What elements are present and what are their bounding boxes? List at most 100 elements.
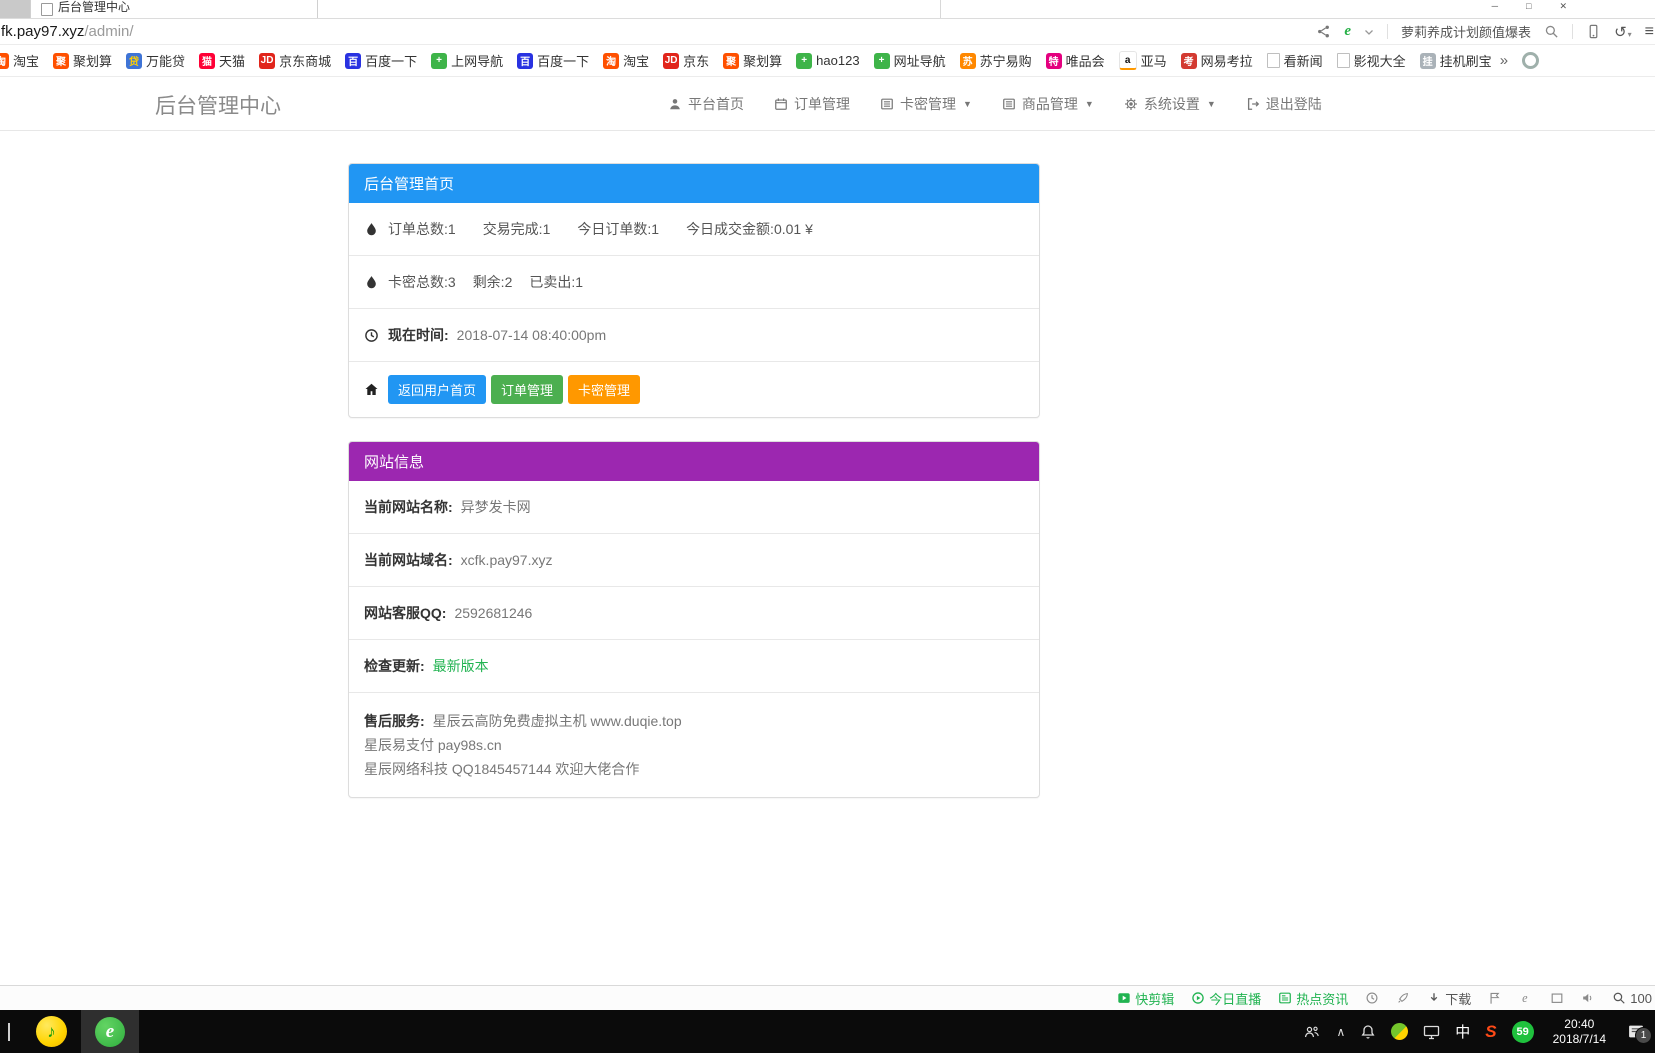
page-favicon xyxy=(1337,53,1350,68)
clock-icon xyxy=(364,328,379,343)
browser-tab-active[interactable]: 后台管理中心 xyxy=(30,0,318,18)
active-browser-task[interactable]: e xyxy=(81,1010,139,1053)
chevron-down-icon[interactable] xyxy=(1364,27,1374,37)
extension-icon[interactable] xyxy=(1522,52,1539,69)
taobao-favicon: 淘 xyxy=(603,53,619,69)
taskbar-clock[interactable]: 20:40 2018/7/14 xyxy=(1553,1017,1606,1047)
bookmark-baidu[interactable]: 百百度一下 xyxy=(517,51,589,70)
nav-platform-home[interactable]: 平台首页 xyxy=(668,94,744,114)
bookmarks-bar: 淘淘宝聚聚划算贷万能贷猫天猫JD京东商城百百度一下+上网导航百百度一下淘淘宝JD… xyxy=(0,45,1655,77)
status-label: 热点资讯 xyxy=(1296,989,1348,1008)
minimize-icon[interactable]: ─ xyxy=(1492,1,1498,11)
bookmark-juhuasuan[interactable]: 聚聚划算 xyxy=(723,51,782,70)
bookmark-kaola[interactable]: 考网易考拉 xyxy=(1181,51,1253,70)
current-time-row: 现在时间: 2018-07-14 08:40:00pm xyxy=(349,308,1039,361)
notification-count-badge: 1 xyxy=(1635,1027,1652,1044)
status-ie[interactable]: e xyxy=(1519,991,1533,1005)
wannengdai-favicon: 贷 xyxy=(126,53,142,69)
kaola-favicon: 考 xyxy=(1181,53,1197,69)
bookmark-wannengdai[interactable]: 贷万能贷 xyxy=(126,51,185,70)
window-controls: ─ □ ✕ xyxy=(1492,1,1567,11)
status-news[interactable]: 热点资讯 xyxy=(1278,989,1348,1008)
bookmark-guaji[interactable]: 挂挂机刷宝 xyxy=(1420,51,1492,70)
site-domain-value: xcfk.pay97.xyz xyxy=(461,552,553,568)
maximize-icon[interactable]: □ xyxy=(1526,1,1531,11)
signout-icon xyxy=(1246,97,1260,111)
360-tray-icon[interactable] xyxy=(1391,1023,1408,1040)
ime-indicator[interactable]: 中 xyxy=(1455,1021,1470,1042)
news-icon xyxy=(1278,991,1292,1005)
baidu-favicon: 百 xyxy=(345,53,361,69)
bookmark-tmall[interactable]: 猫天猫 xyxy=(199,51,245,70)
latest-version-link[interactable]: 最新版本 xyxy=(433,656,489,676)
search-icon[interactable] xyxy=(1544,24,1559,39)
search-input[interactable]: 萝莉养成计划颜值爆表 xyxy=(1401,22,1531,41)
360-safety-ball-icon[interactable]: ♪ xyxy=(36,1016,67,1047)
bookmark-vip[interactable]: 特唯品会 xyxy=(1046,51,1105,70)
undo-icon[interactable]: ↺▾ xyxy=(1614,23,1632,41)
svg-text:e: e xyxy=(1522,991,1528,1005)
bookmark-label: 京东 xyxy=(683,51,709,70)
bookmark-label: 淘宝 xyxy=(623,51,649,70)
status-speaker[interactable] xyxy=(1581,991,1595,1005)
status-window[interactable] xyxy=(1550,991,1564,1005)
bookmark-jd[interactable]: JD京东商城 xyxy=(259,51,331,70)
vip-favicon: 特 xyxy=(1046,53,1062,69)
bookmark-hao-nav[interactable]: +上网导航 xyxy=(431,51,503,70)
status-magnifier[interactable]: 100 xyxy=(1612,991,1652,1006)
card-stats-row: 卡密总数:3 剩余:2 已卖出:1 xyxy=(349,255,1039,308)
status-rocket[interactable] xyxy=(1396,991,1410,1005)
bookmark-page[interactable]: 看新闻 xyxy=(1267,51,1323,70)
ie-compat-mode-icon[interactable]: e xyxy=(1344,23,1351,40)
monitor-icon[interactable] xyxy=(1423,1024,1440,1040)
bookmarks-overflow-icon[interactable]: » xyxy=(1500,52,1508,69)
bookmark-suning[interactable]: 苏苏宁易购 xyxy=(960,51,1032,70)
bookmark-label: 聚划算 xyxy=(73,51,112,70)
page-favicon xyxy=(1267,53,1280,68)
bookmark-taobao[interactable]: 淘淘宝 xyxy=(0,51,39,70)
bookmark-juhuasuan[interactable]: 聚聚划算 xyxy=(53,51,112,70)
status-clip[interactable]: 快剪辑 xyxy=(1117,989,1174,1008)
site-name-value: 异梦发卡网 xyxy=(461,497,531,517)
close-icon[interactable]: ✕ xyxy=(1559,1,1567,11)
sogou-input-icon[interactable]: S xyxy=(1485,1022,1496,1042)
bell-icon[interactable] xyxy=(1360,1024,1376,1040)
jd-favicon: JD xyxy=(663,53,679,69)
health-score-badge[interactable]: 59 xyxy=(1512,1021,1534,1043)
status-flag[interactable] xyxy=(1488,991,1502,1005)
bookmark-jd[interactable]: JD京东 xyxy=(663,51,709,70)
toolbar-divider xyxy=(1387,24,1388,39)
mobile-view-icon[interactable] xyxy=(1586,24,1601,39)
nav-card-management[interactable]: 卡密管理 ▼ xyxy=(880,94,972,114)
taskbar-edge xyxy=(8,1023,10,1041)
browser-toolbar: fk.pay97.xyz/admin/ e 萝莉养成计划颜值爆表 ↺▾ ≡ xyxy=(0,19,1655,45)
action-center-icon[interactable]: 1 xyxy=(1627,1023,1645,1040)
bookmark-taobao[interactable]: 淘淘宝 xyxy=(603,51,649,70)
order-management-button[interactable]: 订单管理 xyxy=(491,375,563,404)
share-icon[interactable] xyxy=(1316,24,1331,39)
stat-remaining-cards: 剩余:2 xyxy=(473,272,513,292)
nav-system-settings[interactable]: 系统设置 ▼ xyxy=(1124,94,1216,114)
url-path: /admin/ xyxy=(84,23,133,40)
taobao-favicon: 淘 xyxy=(0,53,9,69)
people-icon[interactable] xyxy=(1303,1024,1321,1040)
bookmark-hao123[interactable]: +hao123 xyxy=(796,53,859,69)
status-label: 下载 xyxy=(1445,989,1471,1008)
address-bar[interactable]: fk.pay97.xyz/admin/ xyxy=(1,23,134,40)
bookmark-label: 百度一下 xyxy=(537,51,589,70)
nav-product-management[interactable]: 商品管理 ▼ xyxy=(1002,94,1094,114)
hidden-icons-caret[interactable]: ∧ xyxy=(1336,1025,1345,1039)
status-live[interactable]: 今日直播 xyxy=(1191,989,1261,1008)
site-name-row: 当前网站名称: 异梦发卡网 xyxy=(349,481,1039,533)
bookmark-amazon[interactable]: a亚马 xyxy=(1119,51,1167,70)
nav-order-management[interactable]: 订单管理 xyxy=(774,94,850,114)
return-user-home-button[interactable]: 返回用户首页 xyxy=(388,375,486,404)
card-management-button[interactable]: 卡密管理 xyxy=(568,375,640,404)
menu-icon[interactable]: ≡ xyxy=(1645,23,1654,41)
status-download[interactable]: 下载 xyxy=(1427,989,1471,1008)
status-history[interactable] xyxy=(1365,991,1379,1005)
bookmark-baidu[interactable]: 百百度一下 xyxy=(345,51,417,70)
nav-logout[interactable]: 退出登陆 xyxy=(1246,94,1322,114)
bookmark-hao-nav[interactable]: +网址导航 xyxy=(874,51,946,70)
bookmark-page[interactable]: 影视大全 xyxy=(1337,51,1406,70)
